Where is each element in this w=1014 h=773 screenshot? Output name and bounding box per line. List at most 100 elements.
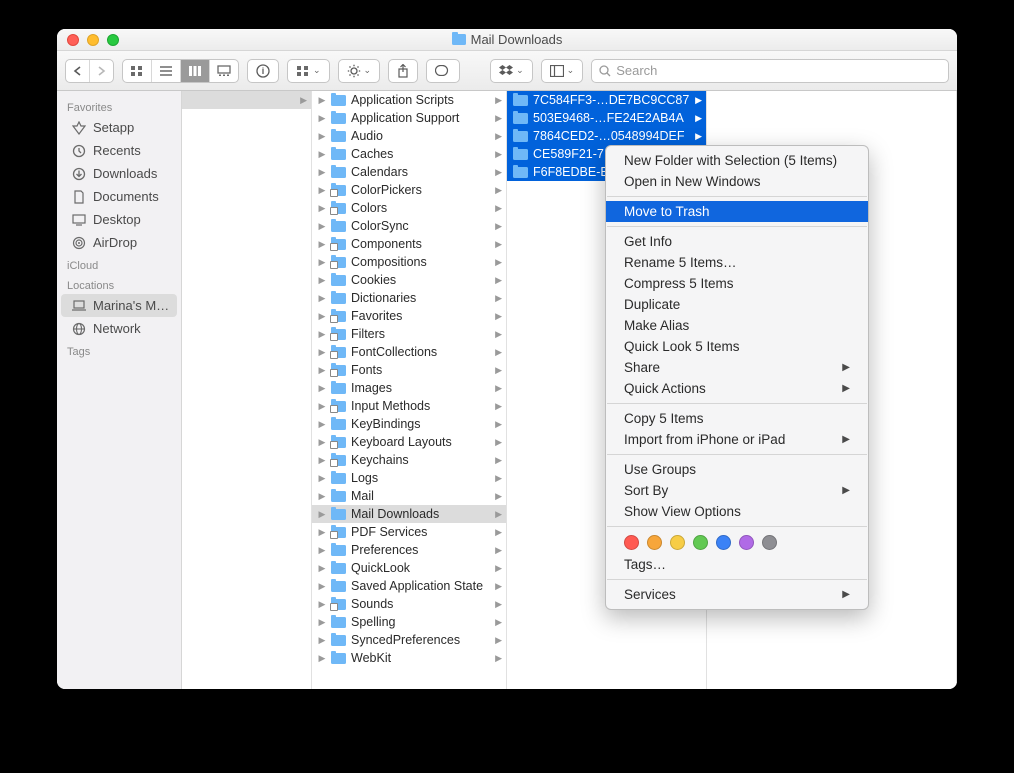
selected-folder-row[interactable]: 503E9468-…FE24E2AB4A▶ bbox=[507, 109, 706, 127]
sidebar-item-downloads[interactable]: Downloads bbox=[57, 162, 181, 185]
folder-row[interactable]: ▶Components▶ bbox=[312, 235, 506, 253]
folder-row[interactable]: ▶Fonts▶ bbox=[312, 361, 506, 379]
folder-row[interactable]: ▶Preferences▶ bbox=[312, 541, 506, 559]
close-window-button[interactable] bbox=[67, 34, 79, 46]
share-button[interactable] bbox=[388, 59, 418, 83]
sidebar-item-marina-s-m-[interactable]: Marina's M… bbox=[61, 294, 177, 317]
folder-row[interactable]: ▶Application Support▶ bbox=[312, 109, 506, 127]
column-1-selected-row[interactable]: ▶ bbox=[182, 91, 311, 109]
disclosure-triangle-icon: ▶ bbox=[318, 239, 326, 250]
menu-item-share[interactable]: Share▶ bbox=[606, 357, 868, 378]
sidebar-item-recents[interactable]: Recents bbox=[57, 139, 181, 162]
sidebar-toggle-button[interactable]: ⌄ bbox=[541, 59, 584, 83]
menu-item-import-from-iphone-or-ipad[interactable]: Import from iPhone or iPad▶ bbox=[606, 429, 868, 450]
menu-item-sort-by[interactable]: Sort By▶ bbox=[606, 480, 868, 501]
column-1[interactable]: ▶ bbox=[182, 91, 312, 689]
folder-row[interactable]: ▶Audio▶ bbox=[312, 127, 506, 145]
group-by-button[interactable]: ⌄ bbox=[287, 59, 330, 83]
sidebar-item-desktop[interactable]: Desktop bbox=[57, 208, 181, 231]
menu-item-tags[interactable]: Tags… bbox=[606, 554, 868, 575]
info-button[interactable]: i bbox=[247, 59, 279, 83]
selected-folder-row[interactable]: 7C584FF3-…DE7BC9CC87▶ bbox=[507, 91, 706, 109]
tag-color-dot[interactable] bbox=[670, 535, 685, 550]
folder-row[interactable]: ▶ColorSync▶ bbox=[312, 217, 506, 235]
menu-item-compress-items[interactable]: Compress 5 Items bbox=[606, 273, 868, 294]
menu-item-copy-items[interactable]: Copy 5 Items bbox=[606, 408, 868, 429]
tag-color-dot[interactable] bbox=[647, 535, 662, 550]
folder-row[interactable]: ▶Compositions▶ bbox=[312, 253, 506, 271]
chevron-right-icon: ▶ bbox=[495, 329, 502, 340]
sidebar-item-network[interactable]: Network bbox=[57, 317, 181, 340]
tag-color-dot[interactable] bbox=[716, 535, 731, 550]
folder-row[interactable]: ▶WebKit▶ bbox=[312, 649, 506, 667]
minimize-window-button[interactable] bbox=[87, 34, 99, 46]
sidebar-item-setapp[interactable]: Setapp bbox=[57, 116, 181, 139]
folder-row[interactable]: ▶Colors▶ bbox=[312, 199, 506, 217]
dropbox-button[interactable]: ⌄ bbox=[490, 59, 533, 83]
folder-row[interactable]: ▶Filters▶ bbox=[312, 325, 506, 343]
folder-icon bbox=[331, 257, 346, 268]
menu-item-label: Make Alias bbox=[624, 318, 689, 333]
menu-item-services[interactable]: Services▶ bbox=[606, 584, 868, 605]
tag-color-dot[interactable] bbox=[739, 535, 754, 550]
chevron-right-icon: ▶ bbox=[695, 95, 702, 106]
menu-item-get-info[interactable]: Get Info bbox=[606, 231, 868, 252]
folder-row[interactable]: ▶Images▶ bbox=[312, 379, 506, 397]
folder-label: Application Support bbox=[351, 111, 459, 125]
menu-item-quick-actions[interactable]: Quick Actions▶ bbox=[606, 378, 868, 399]
folder-row[interactable]: ▶Dictionaries▶ bbox=[312, 289, 506, 307]
folder-row[interactable]: ▶ColorPickers▶ bbox=[312, 181, 506, 199]
gallery-view-button[interactable] bbox=[210, 60, 238, 82]
disclosure-triangle-icon: ▶ bbox=[318, 455, 326, 466]
folder-row[interactable]: ▶Mail Downloads▶ bbox=[312, 505, 506, 523]
search-field[interactable]: Search bbox=[591, 59, 949, 83]
icon-view-button[interactable] bbox=[123, 60, 152, 82]
list-view-button[interactable] bbox=[152, 60, 181, 82]
selected-folder-row[interactable]: 7864CED2-…0548994DEF▶ bbox=[507, 127, 706, 145]
folder-label: Compositions bbox=[351, 255, 427, 269]
folder-row[interactable]: ▶Favorites▶ bbox=[312, 307, 506, 325]
tag-color-dot[interactable] bbox=[762, 535, 777, 550]
menu-item-new-folder-with-selection-items[interactable]: New Folder with Selection (5 Items) bbox=[606, 150, 868, 171]
tag-color-dot[interactable] bbox=[693, 535, 708, 550]
action-button[interactable]: ⌄ bbox=[338, 59, 381, 83]
chevron-right-icon: ▶ bbox=[495, 311, 502, 322]
menu-item-show-view-options[interactable]: Show View Options bbox=[606, 501, 868, 522]
folder-row[interactable]: ▶Sounds▶ bbox=[312, 595, 506, 613]
menu-item-make-alias[interactable]: Make Alias bbox=[606, 315, 868, 336]
menu-item-rename-items[interactable]: Rename 5 Items… bbox=[606, 252, 868, 273]
folder-row[interactable]: ▶Calendars▶ bbox=[312, 163, 506, 181]
menu-item-move-to-trash[interactable]: Move to Trash bbox=[606, 201, 868, 222]
back-button[interactable] bbox=[66, 60, 90, 82]
folder-row[interactable]: ▶Mail▶ bbox=[312, 487, 506, 505]
menu-item-quick-look-items[interactable]: Quick Look 5 Items bbox=[606, 336, 868, 357]
zoom-window-button[interactable] bbox=[107, 34, 119, 46]
folder-row[interactable]: ▶Keyboard Layouts▶ bbox=[312, 433, 506, 451]
folder-row[interactable]: ▶Keychains▶ bbox=[312, 451, 506, 469]
folder-row[interactable]: ▶Saved Application State▶ bbox=[312, 577, 506, 595]
folder-row[interactable]: ▶QuickLook▶ bbox=[312, 559, 506, 577]
chevron-right-icon: ▶ bbox=[495, 221, 502, 232]
folder-row[interactable]: ▶Caches▶ bbox=[312, 145, 506, 163]
folder-row[interactable]: ▶SyncedPreferences▶ bbox=[312, 631, 506, 649]
disclosure-triangle-icon: ▶ bbox=[318, 131, 326, 142]
sidebar-item-airdrop[interactable]: AirDrop bbox=[57, 231, 181, 254]
folder-row[interactable]: ▶Input Methods▶ bbox=[312, 397, 506, 415]
folder-row[interactable]: ▶PDF Services▶ bbox=[312, 523, 506, 541]
folder-icon bbox=[452, 34, 466, 45]
menu-item-duplicate[interactable]: Duplicate bbox=[606, 294, 868, 315]
folder-row[interactable]: ▶Cookies▶ bbox=[312, 271, 506, 289]
menu-item-use-groups[interactable]: Use Groups bbox=[606, 459, 868, 480]
folder-icon bbox=[331, 599, 346, 610]
column-view-button[interactable] bbox=[181, 60, 210, 82]
forward-button[interactable] bbox=[90, 60, 113, 82]
menu-item-open-in-new-windows[interactable]: Open in New Windows bbox=[606, 171, 868, 192]
tags-button[interactable] bbox=[426, 59, 460, 83]
folder-row[interactable]: ▶Spelling▶ bbox=[312, 613, 506, 631]
folder-row[interactable]: ▶Application Scripts▶ bbox=[312, 91, 506, 109]
folder-row[interactable]: ▶KeyBindings▶ bbox=[312, 415, 506, 433]
tag-color-dot[interactable] bbox=[624, 535, 639, 550]
folder-row[interactable]: ▶FontCollections▶ bbox=[312, 343, 506, 361]
sidebar-item-documents[interactable]: Documents bbox=[57, 185, 181, 208]
folder-row[interactable]: ▶Logs▶ bbox=[312, 469, 506, 487]
